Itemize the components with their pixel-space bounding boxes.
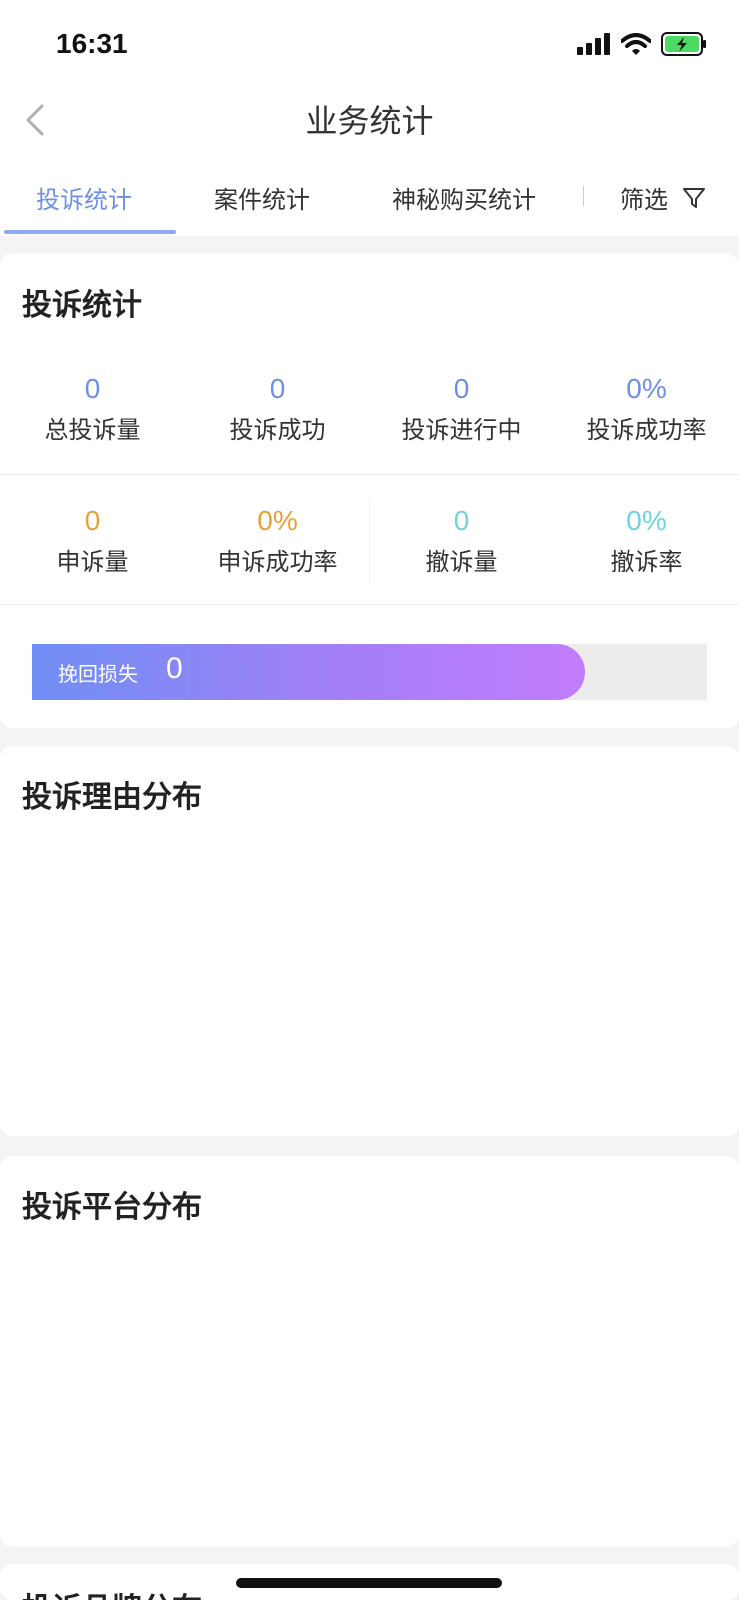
stat-label: 投诉进行中 [401,416,522,444]
complaint-brand-title: 投诉品牌分布 [22,1584,202,1600]
status-time: 16:31 [56,28,128,59]
stat-label: 撤诉量 [425,548,498,576]
stat-appeal-success-rate[interactable]: 0% 申诉成功率 [185,504,370,578]
stat-complaint-success-rate[interactable]: 0% 投诉成功率 [554,372,739,446]
complaint-stats-card: 投诉统计 0 总投诉量 0 投诉成功 0 投诉进行中 0% 投诉成功率 0 申诉… [0,254,739,728]
stat-total-complaints[interactable]: 0 总投诉量 [0,372,185,446]
tab-case-stats[interactable]: 案件统计 [214,180,310,215]
complaint-stats-title: 投诉统计 [22,288,142,323]
signal-icon [577,33,610,55]
recovered-loss-label: 挽回损失 [58,662,138,686]
stat-complaint-in-progress[interactable]: 0 投诉进行中 [369,372,554,446]
wifi-icon [621,33,651,55]
column-divider [369,498,370,584]
row-divider [0,474,739,475]
stat-value: 0% [257,505,298,536]
recovered-loss-value: 0 [166,652,183,685]
tab-complaint-stats[interactable]: 投诉统计 [36,180,132,215]
stat-label: 总投诉量 [44,416,141,444]
complaint-platform-card: 投诉平台分布 [0,1156,739,1546]
complaint-reason-title: 投诉理由分布 [22,780,202,815]
stat-label: 投诉成功率 [586,416,707,444]
tab-divider [583,186,584,206]
stat-value: 0 [453,505,470,536]
stat-value: 0% [626,505,667,536]
stat-appeal-count[interactable]: 0 申诉量 [0,504,185,578]
stat-label: 申诉成功率 [217,548,338,576]
battery-charging-icon [661,32,706,56]
complaint-reason-card: 投诉理由分布 [0,746,739,1136]
stat-label: 撤诉率 [610,548,683,576]
stat-value: 0 [453,373,470,404]
stat-value: 0 [269,373,286,404]
stat-withdrawal-count[interactable]: 0 撤诉量 [369,504,554,578]
page-title: 业务统计 [305,102,434,140]
stats-row-1: 0 总投诉量 0 投诉成功 0 投诉进行中 0% 投诉成功率 [0,372,739,502]
stat-label: 投诉成功 [229,416,326,444]
stat-withdrawal-rate[interactable]: 0% 撤诉率 [554,504,739,578]
tab-bar: 投诉统计 案件统计 神秘购买统计 筛选 [0,148,739,236]
home-indicator [236,1578,502,1588]
stat-value: 0 [84,373,101,404]
nav-bar: 业务统计 [0,90,739,148]
stat-value: 0% [626,373,667,404]
filter-button[interactable]: 筛选 [620,180,706,215]
stat-value: 0 [84,505,101,536]
stat-complaint-success[interactable]: 0 投诉成功 [185,372,370,446]
tab-mystery-purchase-stats[interactable]: 神秘购买统计 [392,180,536,215]
recovered-loss-bar-fill: 挽回损失 0 [32,644,585,700]
filter-icon [683,187,705,208]
filter-label: 筛选 [620,186,668,214]
status-icons [577,32,707,56]
stat-label: 申诉量 [56,548,129,576]
recovered-loss-bar: 挽回损失 0 [32,644,707,700]
row-divider [0,604,739,605]
status-bar: 16:31 [0,0,739,90]
active-tab-indicator [4,230,176,234]
complaint-platform-title: 投诉平台分布 [22,1190,202,1225]
